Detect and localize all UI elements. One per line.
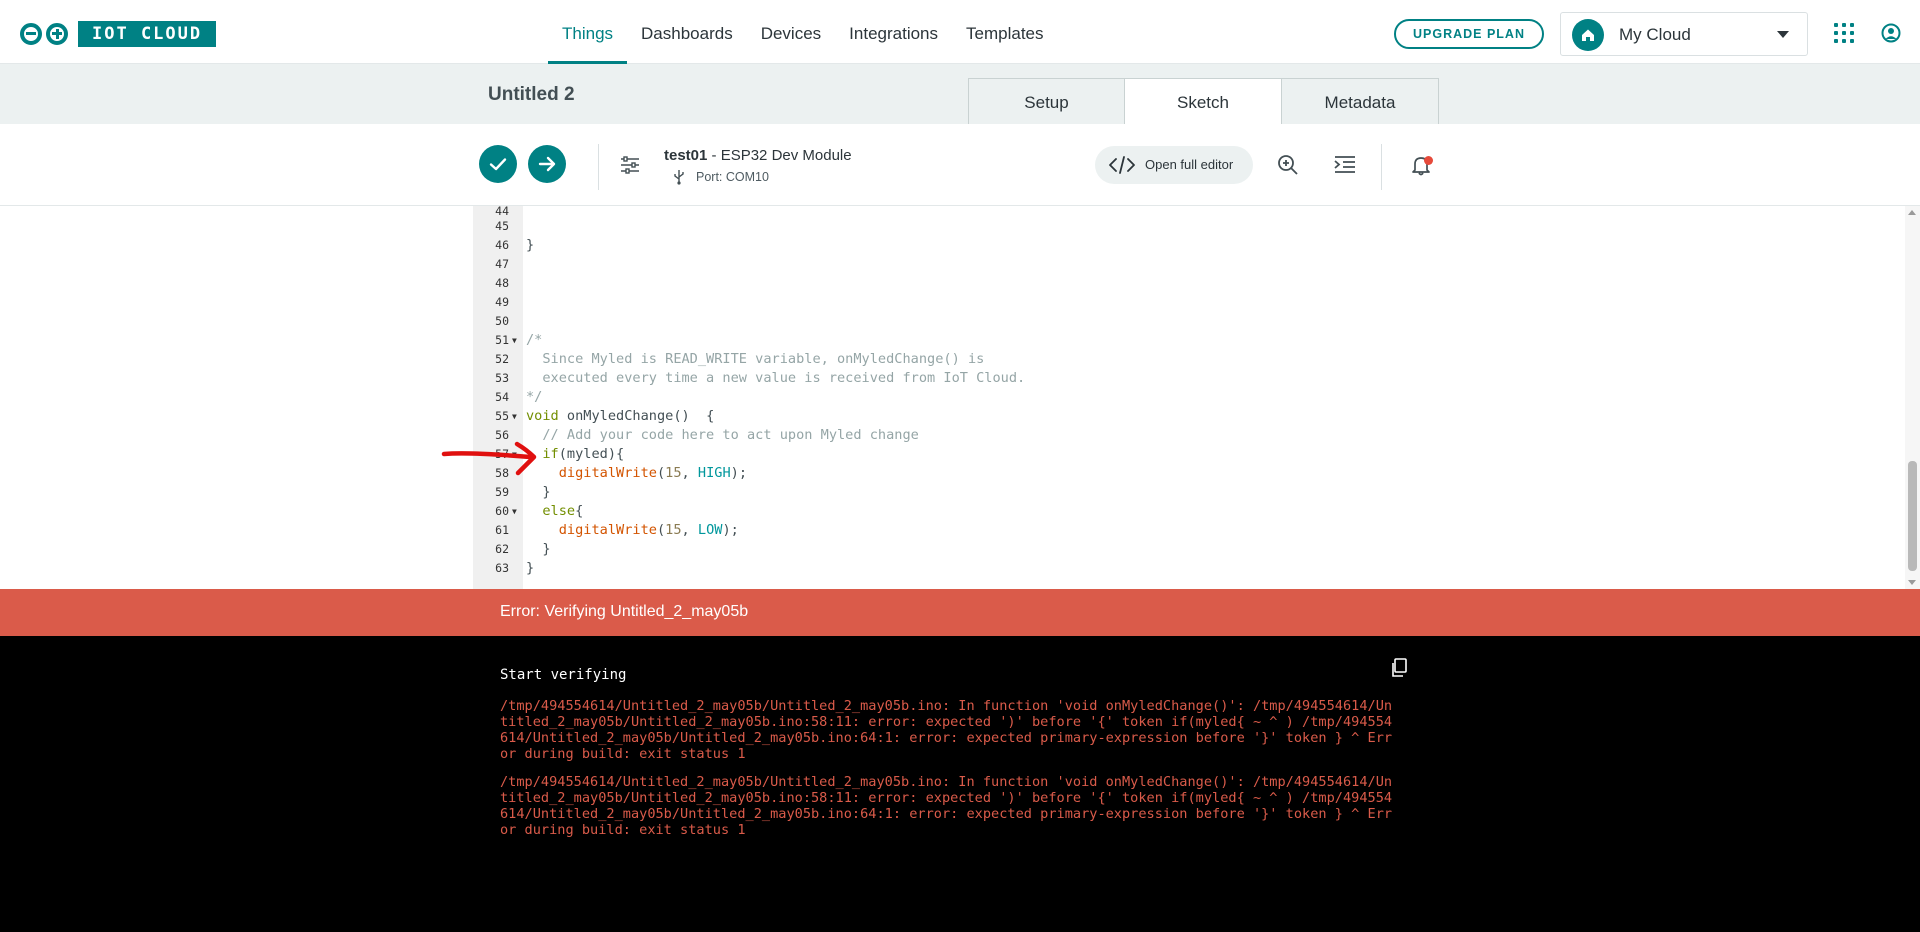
line-number: 49 — [495, 295, 509, 309]
code-editor[interactable]: 44 45 46} 47 48 49 50 51 ▼/* 52 Since Myl… — [0, 206, 1920, 589]
code-text: Since Myled is READ_WRITE variable, onMy… — [526, 351, 985, 367]
toolbar-divider — [1381, 144, 1382, 190]
verify-button[interactable] — [479, 145, 517, 183]
code-text: // Add your code here to act upon Myled … — [526, 427, 919, 443]
code-icon — [1109, 156, 1135, 174]
logo-text: IOT CLOUD — [78, 21, 217, 47]
fold-icon[interactable]: ▼ — [512, 331, 517, 350]
tab-metadata[interactable]: Metadata — [1282, 78, 1439, 124]
main-nav: Things Dashboards Devices Integrations T… — [548, 0, 1058, 64]
usb-icon — [672, 169, 686, 185]
line-number: 46 — [495, 238, 509, 252]
cloud-selector[interactable]: My Cloud — [1560, 12, 1808, 56]
sliders-icon[interactable] — [619, 154, 641, 176]
tab-sketch[interactable]: Sketch — [1125, 78, 1282, 124]
sketch-toolbar: test01 - ESP32 Dev Module Port: COM10 Op… — [0, 124, 1920, 206]
line-number: 63 — [495, 561, 509, 575]
line-number: 55 — [495, 409, 509, 423]
line-number: 48 — [495, 276, 509, 290]
code-text: } — [526, 541, 551, 557]
console-error-message: /tmp/494554614/Untitled_2_may05b/Untitle… — [500, 698, 1393, 762]
line-number: 53 — [495, 371, 509, 385]
arduino-iot-cloud-logo[interactable]: IOT CLOUD — [20, 21, 217, 47]
device-name: test01 — [664, 147, 708, 164]
upload-button[interactable] — [528, 145, 566, 183]
thing-header: Untitled 2 Setup Sketch Metadata — [0, 64, 1920, 124]
line-number: 52 — [495, 352, 509, 366]
code-text: else{ — [542, 503, 584, 519]
arrow-right-icon — [538, 156, 556, 172]
notification-dot — [1424, 156, 1433, 165]
code-text: executed every time a new value is recei… — [526, 370, 1026, 386]
code-text: } — [526, 560, 535, 576]
fold-icon[interactable]: ▼ — [512, 502, 517, 521]
line-number: 62 — [495, 542, 509, 556]
error-banner: Error: Verifying Untitled_2_may05b — [0, 589, 1920, 636]
device-info[interactable]: test01 - ESP32 Dev Module — [664, 147, 852, 164]
console-start-text: Start verifying — [500, 667, 627, 683]
nav-integrations[interactable]: Integrations — [835, 0, 952, 64]
code-text: digitalWrite(15, LOW); — [558, 522, 739, 538]
line-number: 50 — [495, 314, 509, 328]
thing-title[interactable]: Untitled 2 — [488, 84, 575, 106]
scrollbar-thumb[interactable] — [1908, 461, 1917, 571]
toolbar-divider — [598, 144, 599, 190]
red-arrow-annotation — [441, 441, 537, 476]
user-icon[interactable] — [1881, 23, 1901, 43]
top-navigation: IOT CLOUD Things Dashboards Devices Inte… — [0, 0, 1920, 64]
scroll-up-icon[interactable] — [1908, 210, 1916, 215]
line-number: 61 — [495, 523, 509, 537]
line-number: 54 — [495, 390, 509, 404]
code-text: } — [526, 484, 551, 500]
home-icon — [1572, 19, 1604, 51]
port-info: Port: COM10 — [672, 169, 769, 185]
code-text: if(myled){ — [542, 446, 625, 462]
tab-setup[interactable]: Setup — [968, 78, 1125, 124]
code-text: /* — [526, 332, 543, 348]
arduino-infinity-icon — [20, 21, 74, 47]
cloud-selector-label: My Cloud — [1619, 25, 1691, 44]
copy-icon[interactable] — [1390, 658, 1408, 678]
error-title: Error: Verifying Untitled_2_may05b — [500, 603, 749, 620]
port-label: Port: COM10 — [696, 170, 769, 184]
output-console[interactable]: Start verifying /tmp/494554614/Untitled_… — [0, 636, 1920, 932]
caret-down-icon — [1777, 31, 1789, 38]
code-text: digitalWrite(15, HIGH); — [558, 465, 748, 481]
line-number: 45 — [495, 219, 509, 233]
nav-things[interactable]: Things — [548, 0, 628, 64]
search-icon[interactable] — [1277, 154, 1299, 176]
apps-grid-icon[interactable] — [1834, 23, 1854, 43]
nav-devices[interactable]: Devices — [747, 0, 835, 64]
fold-icon[interactable]: ▼ — [512, 407, 517, 426]
console-error-message: /tmp/494554614/Untitled_2_may05b/Untitle… — [500, 774, 1393, 838]
nav-templates[interactable]: Templates — [952, 0, 1057, 64]
open-full-editor-button[interactable]: Open full editor — [1095, 146, 1253, 184]
device-separator: - — [707, 147, 721, 164]
nav-dashboards[interactable]: Dashboards — [627, 0, 747, 64]
line-number: 59 — [495, 485, 509, 499]
code-text: */ — [526, 389, 543, 405]
line-number: 47 — [495, 257, 509, 271]
line-number: 44 — [495, 206, 509, 218]
upgrade-plan-button[interactable]: UPGRADE PLAN — [1394, 19, 1544, 49]
line-number: 51 — [495, 333, 509, 347]
scroll-down-icon[interactable] — [1908, 580, 1916, 585]
board-name: ESP32 Dev Module — [720, 147, 852, 164]
checkmark-icon — [489, 158, 507, 171]
code-text: } — [526, 237, 535, 253]
open-full-editor-label: Open full editor — [1145, 157, 1234, 172]
editor-scrollbar[interactable] — [1905, 206, 1920, 589]
code-text: void onMyledChange() { — [526, 408, 715, 424]
thing-tabs: Setup Sketch Metadata — [968, 78, 1439, 124]
line-number: 60 — [495, 504, 509, 518]
indent-icon[interactable] — [1334, 154, 1356, 176]
